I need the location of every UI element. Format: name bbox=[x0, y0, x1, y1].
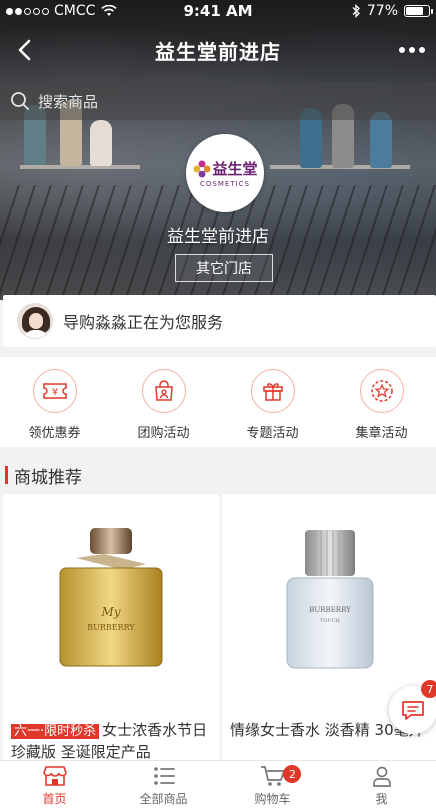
more-button[interactable] bbox=[392, 34, 432, 66]
search-icon bbox=[11, 92, 29, 110]
guide-message: 导购淼淼正在为您服务 bbox=[63, 313, 224, 332]
page-title: 益生堂前进店 bbox=[155, 40, 281, 64]
group-buy-icon bbox=[141, 369, 186, 413]
logo-sub-text: COSMETICS bbox=[200, 180, 250, 188]
battery-percent: 77% bbox=[366, 3, 398, 19]
product-grid: My BURBERRY 六一·限时秒杀 女士浓香水节日珍藏版 圣诞限定产品 BUR… bbox=[0, 494, 436, 760]
quick-actions: ¥ 领优惠券 团购活动 专题活动 集章活动 bbox=[0, 357, 436, 447]
store-hero-banner: CMCC 9:41 AM 77% 益生堂前进店 搜索商品 益生堂 COSMETI… bbox=[0, 0, 436, 300]
signal-strength-icon bbox=[6, 7, 49, 15]
shop-home-icon bbox=[42, 765, 67, 786]
action-label: 集章活动 bbox=[355, 426, 408, 441]
action-topic[interactable]: 专题活动 bbox=[218, 357, 327, 447]
cart-count-badge: 2 bbox=[283, 765, 302, 783]
chat-bubble-icon bbox=[402, 701, 424, 720]
section-title: 商城推荐 bbox=[14, 467, 82, 488]
customer-service-button[interactable]: 7 bbox=[389, 680, 436, 734]
more-dot bbox=[399, 47, 405, 53]
action-stamp[interactable]: 集章活动 bbox=[327, 357, 436, 447]
tab-me[interactable]: 我 bbox=[327, 761, 436, 810]
tab-all-products[interactable]: 全部商品 bbox=[109, 761, 218, 810]
search-bar[interactable]: 搜索商品 bbox=[0, 82, 436, 120]
more-dot bbox=[409, 47, 415, 53]
tab-cart[interactable]: 2 购物车 bbox=[218, 761, 327, 810]
hero-mannequin bbox=[90, 120, 112, 166]
carrier-name: CMCC bbox=[54, 3, 96, 19]
bluetooth-icon bbox=[351, 4, 361, 18]
product-image: BURBERRY TOUCH bbox=[222, 494, 436, 704]
perfume-bottle-clear-icon: BURBERRY TOUCH bbox=[286, 530, 374, 669]
action-coupon[interactable]: ¥ 领优惠券 bbox=[0, 357, 109, 447]
wifi-icon bbox=[101, 5, 118, 17]
store-logo: 益生堂 COSMETICS bbox=[186, 134, 264, 212]
tab-label: 购物车 bbox=[254, 791, 291, 806]
tab-label: 首页 bbox=[42, 791, 67, 806]
tab-label: 全部商品 bbox=[139, 791, 188, 806]
tab-label: 我 bbox=[375, 791, 388, 806]
user-icon bbox=[372, 766, 391, 787]
svg-text:BURBERRY: BURBERRY bbox=[309, 606, 351, 614]
other-stores-button[interactable]: 其它门店 bbox=[175, 254, 273, 282]
section-header: 商城推荐 bbox=[0, 456, 436, 494]
flower-logo-icon bbox=[193, 160, 211, 177]
cart-icon bbox=[260, 765, 285, 786]
tab-home[interactable]: 首页 bbox=[0, 761, 109, 810]
search-input[interactable]: 搜索商品 bbox=[38, 91, 98, 112]
perfume-bottle-gold-icon: My BURBERRY bbox=[59, 528, 163, 667]
status-bar: CMCC 9:41 AM 77% bbox=[0, 0, 436, 22]
bottom-tab-bar: 首页 全部商品 2 购物车 我 bbox=[0, 760, 436, 810]
logo-brand-text: 益生堂 bbox=[212, 160, 258, 178]
gift-icon bbox=[250, 369, 295, 413]
svg-text:¥: ¥ bbox=[51, 387, 57, 398]
action-group-buy[interactable]: 团购活动 bbox=[109, 357, 218, 447]
svg-text:BURBERRY: BURBERRY bbox=[87, 623, 135, 632]
hero-mannequin bbox=[370, 112, 392, 168]
navigation-bar: 益生堂前进店 bbox=[0, 28, 436, 72]
flash-sale-tag: 六一·限时秒杀 bbox=[11, 724, 100, 739]
svg-text:TOUCH: TOUCH bbox=[320, 618, 340, 624]
section-accent-bar bbox=[5, 466, 8, 484]
svg-text:My: My bbox=[100, 605, 120, 619]
action-label: 专题活动 bbox=[246, 426, 299, 441]
shopping-guide-card[interactable]: 导购淼淼正在为您服务 bbox=[3, 295, 436, 347]
battery-icon bbox=[404, 5, 433, 17]
chat-unread-badge: 7 bbox=[421, 680, 436, 698]
more-dot bbox=[419, 47, 425, 53]
product-title: 六一·限时秒杀 女士浓香水节日珍藏版 圣诞限定产品 bbox=[11, 720, 215, 760]
coupon-icon: ¥ bbox=[32, 369, 77, 413]
store-name: 益生堂前进店 bbox=[167, 227, 269, 247]
stamp-icon bbox=[359, 369, 404, 413]
product-image: My BURBERRY bbox=[3, 494, 219, 704]
action-label: 团购活动 bbox=[137, 426, 190, 441]
list-icon bbox=[153, 766, 175, 785]
product-card[interactable]: My BURBERRY 六一·限时秒杀 女士浓香水节日珍藏版 圣诞限定产品 bbox=[3, 494, 219, 760]
action-label: 领优惠券 bbox=[28, 426, 81, 441]
guide-avatar bbox=[17, 303, 53, 339]
